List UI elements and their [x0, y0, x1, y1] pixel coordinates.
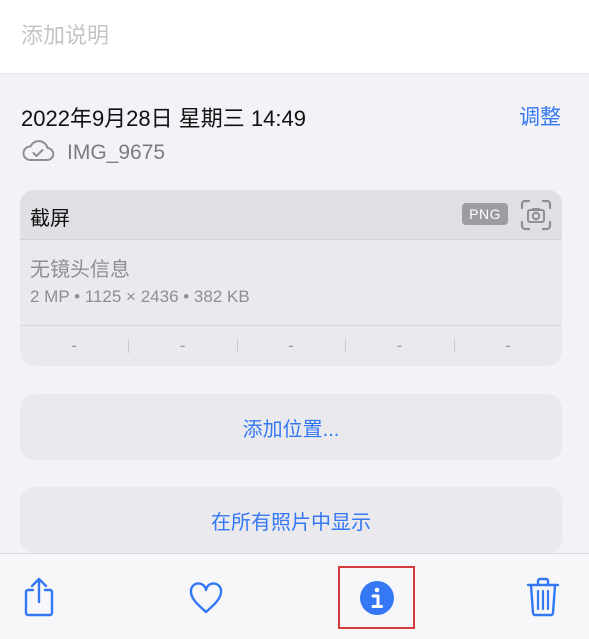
trash-icon[interactable] — [526, 577, 560, 622]
show-in-all-photos-button[interactable]: 在所有照片中显示 — [20, 487, 562, 553]
share-icon[interactable] — [22, 576, 56, 623]
photo-info-header: 截屏 PNG — [20, 190, 562, 240]
add-location-button[interactable]: 添加位置... — [20, 394, 562, 460]
caption-bar[interactable]: 添加说明 — [0, 0, 589, 74]
exif-cell: - — [128, 336, 236, 356]
cloud-check-icon — [21, 139, 55, 168]
lens-info: 无镜头信息 — [30, 259, 130, 281]
photo-type-title: 截屏 — [30, 208, 70, 230]
image-specs: 2 MP • 1125 × 2436 • 382 KB — [30, 287, 250, 306]
exif-cell: - — [236, 336, 345, 356]
bottom-toolbar — [0, 553, 589, 639]
adjust-button[interactable]: 调整 — [519, 101, 561, 131]
photo-info-card: 截屏 PNG 无镜头信息 2 MP • 1125 × 2436 • 382 KB… — [20, 190, 562, 366]
exif-cell: - — [453, 336, 562, 356]
format-badge: PNG — [462, 203, 508, 225]
heart-icon[interactable] — [188, 581, 224, 620]
exif-row: - - - - - — [20, 325, 562, 366]
exif-cell: - — [345, 336, 453, 356]
caption-input[interactable]: 添加说明 — [21, 18, 109, 50]
exif-cell: - — [71, 336, 78, 355]
file-row: IMG_9675 — [21, 139, 165, 167]
screenshot-camera-icon — [520, 199, 552, 236]
info-button-highlight — [338, 566, 415, 629]
file-name: IMG_9675 — [67, 141, 166, 164]
photo-datetime: 2022年9月28日 星期三 14:49 — [21, 106, 306, 131]
